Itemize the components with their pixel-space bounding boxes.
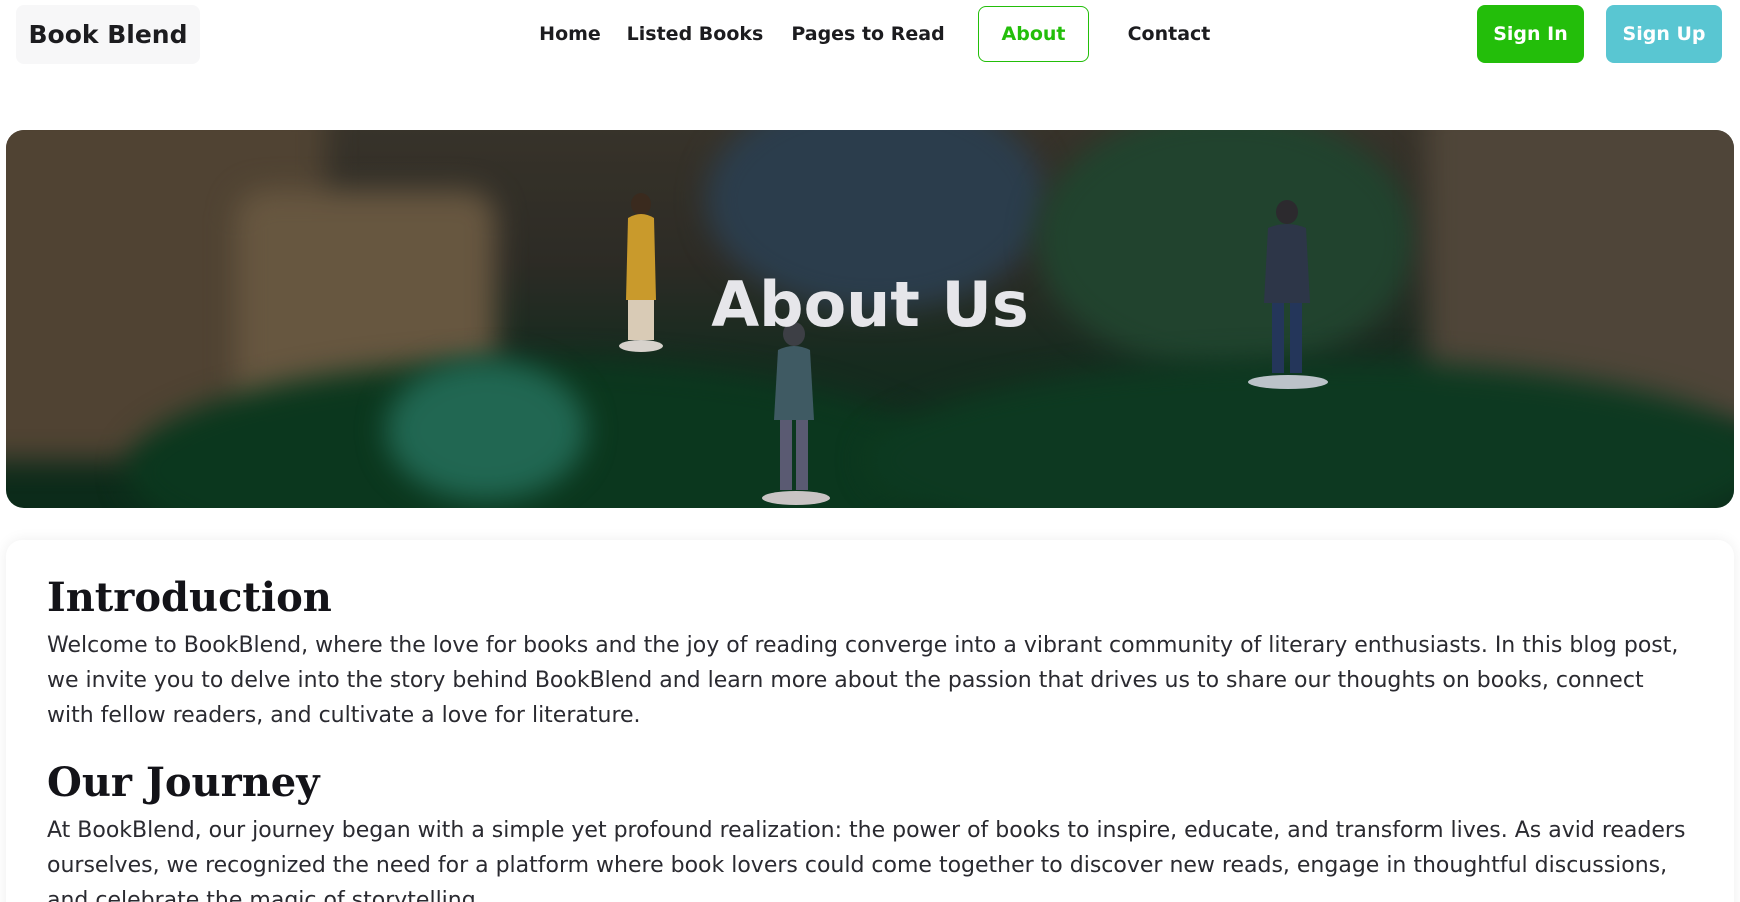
section-body: Welcome to BookBlend, where the love for… [47,633,1679,728]
hero-banner: About Us [6,130,1734,508]
sign-in-button[interactable]: Sign In [1477,5,1584,63]
sign-up-button[interactable]: Sign Up [1606,5,1722,63]
nav-item-listed-books[interactable]: Listed Books [620,6,770,62]
section-body: At BookBlend, our journey began with a s… [47,818,1686,902]
nav-item-pages-to-read[interactable]: Pages to Read [786,6,950,62]
section-heading: Our Journey [47,759,320,806]
navbar: Book Blend Home Listed Books Pages to Re… [0,0,1740,70]
nav-item-contact[interactable]: Contact [1110,6,1228,62]
section-heading: Introduction [47,574,332,621]
hero-title: About Us [711,268,1029,341]
nav-item-about[interactable]: About [978,6,1089,62]
about-content: Introduction Welcome to BookBlend, where… [6,540,1734,902]
nav-item-home[interactable]: Home [520,6,620,62]
figurine-front-icon [762,322,830,505]
